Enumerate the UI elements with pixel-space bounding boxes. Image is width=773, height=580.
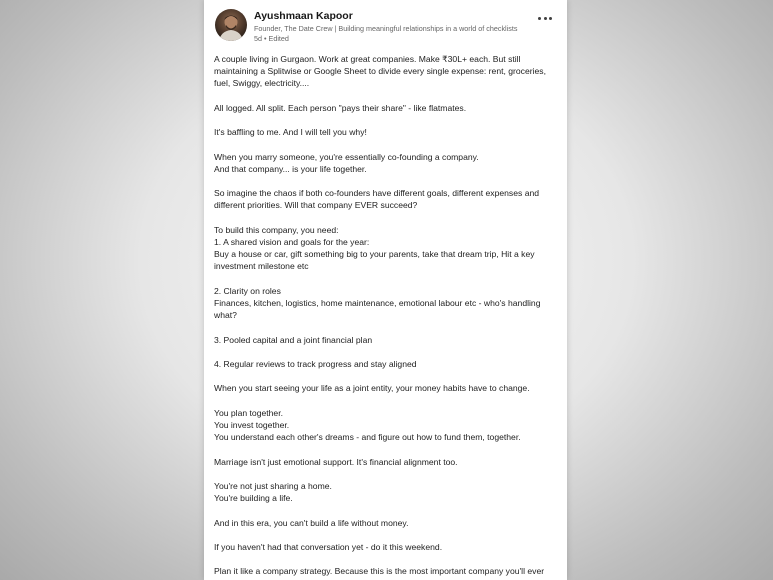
- post-paragraph: All logged. All split. Each person "pays…: [214, 102, 467, 113]
- post-paragraph: You plan together. You invest together. …: [214, 407, 521, 443]
- post-paragraph: To build this company, you need: 1. A sh…: [214, 224, 535, 272]
- post-time: 5d: [254, 34, 262, 43]
- author-avatar[interactable]: [215, 9, 247, 41]
- post-paragraph: When you marry someone, you're essential…: [214, 151, 479, 174]
- post-paragraph: 2. Clarity on roles Finances, kitchen, l…: [214, 285, 541, 321]
- post-paragraph: When you start seeing your life as a joi…: [214, 383, 530, 394]
- avatar-photo-icon: [219, 15, 243, 41]
- post-paragraph: 3. Pooled capital and a joint financial …: [214, 334, 373, 345]
- post-text: A couple living in Gurgaon. Work at grea…: [214, 53, 564, 580]
- post-paragraph: It's baffling to me. And I will tell you…: [214, 127, 367, 138]
- author-name[interactable]: Ayushmaan Kapoor: [254, 10, 353, 22]
- post-paragraph: You're not just sharing a home. You're b…: [214, 480, 332, 504]
- author-tagline: Founder, The Date Crew | Building meanin…: [254, 24, 518, 33]
- post-card: Ayushmaan Kapoor Founder, The Date Crew …: [204, 0, 567, 580]
- post-paragraph: A couple living in Gurgaon. Work at grea…: [214, 54, 546, 89]
- more-dot: [543, 16, 547, 20]
- more-dot: [548, 16, 552, 20]
- post-paragraph: So imagine the chaos if both co-founders…: [214, 188, 540, 211]
- more-horizontal-icon: [538, 16, 542, 20]
- post-paragraph: 4. Regular reviews to track progress and…: [214, 358, 417, 369]
- post-paragraph: And in this era, you can't build a life …: [214, 517, 409, 528]
- post-paragraph: Marriage isn't just emotional support. I…: [214, 456, 458, 467]
- post-meta: 5d • Edited: [254, 34, 289, 43]
- meta-separator: •: [264, 34, 267, 43]
- post-header: Ayushmaan Kapoor Founder, The Date Crew …: [212, 6, 559, 46]
- more-options-button[interactable]: [535, 12, 555, 24]
- post-edited-label: Edited: [268, 34, 289, 43]
- post-paragraph: If you haven't had that conversation yet…: [214, 541, 443, 552]
- post-paragraph: Plan it like a company strategy. Because…: [214, 566, 545, 580]
